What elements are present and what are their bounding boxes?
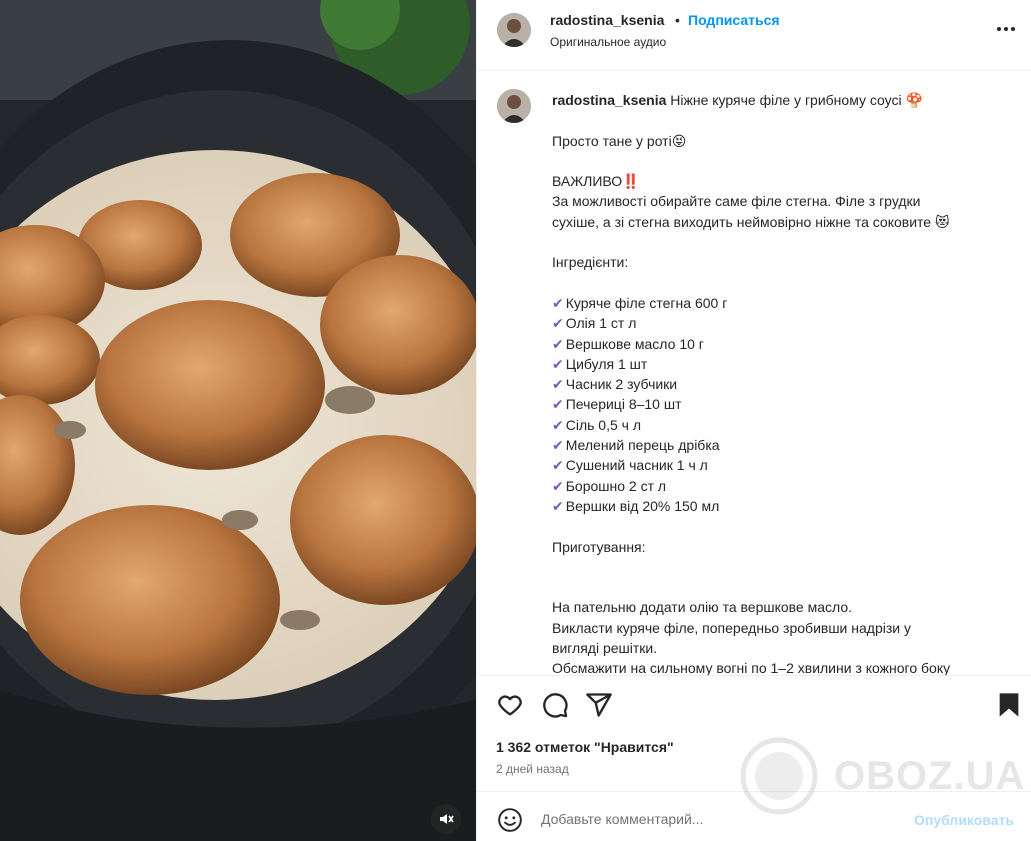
ingredient-text: Вершкове масло 10 г [565,335,704,352]
caption-line: Інгредієнти: [552,254,629,271]
avatar-image [497,89,531,123]
caption-line: Викласти куряче філе, попередньо зробивш… [552,619,911,636]
check-mark-icon: ✔ [552,457,564,474]
caption-title-line: radostina_ksenia Ніжне куряче філе у гри… [552,90,1022,110]
ingredient-text: Куряче філе стегна 600 г [565,294,728,311]
likes-count[interactable]: 1 362 отметок "Нравится" [496,739,674,755]
author-username[interactable]: radostina_ksenia [550,12,664,28]
ingredient-text: Сушений часник 1 ч л [565,457,708,474]
caption-scroll-area[interactable]: radostina_ksenia Ніжне куряче філе у гри… [477,71,1031,675]
speaker-muted-icon [440,814,454,824]
ingredient-item: ✔ Мелений перець дрібка [552,435,1022,455]
check-mark-icon: ✔ [552,335,564,352]
emoji-icon[interactable] [497,807,523,833]
check-mark-icon: ✔ [552,416,564,433]
comment-icon[interactable] [541,691,569,719]
ingredient-text: Вершки від 20% 150 мл [565,497,720,514]
ingredient-item: ✔ Часник 2 зубчики [552,374,1022,394]
ingredient-text: Мелений перець дрібка [565,437,720,454]
ingredient-item: ✔ Куряче філе стегна 600 г [552,293,1022,313]
caption-line: Обсмажити на сильному вогні по 1–2 хвили… [552,660,951,675]
share-icon[interactable] [585,691,613,719]
caption-line [552,557,1022,577]
avatar[interactable] [497,13,531,47]
caption-title: Ніжне куряче філе у грибному соусі 🍄 [666,92,923,108]
check-mark-icon: ✔ [552,315,564,332]
ingredient-text: Печериці 8–10 шт [565,396,682,413]
check-mark-icon: ✔ [552,497,564,514]
mute-button[interactable] [431,804,461,834]
caption-username[interactable]: radostina_ksenia [552,92,666,108]
post-header: radostina_ksenia • Подписаться Оригиналь… [477,0,1031,71]
caption-line [552,110,1022,130]
caption-avatar[interactable] [497,89,531,123]
follow-button[interactable]: Подписаться [688,12,780,28]
ingredient-item: ✔ Олія 1 ст л [552,313,1022,333]
caption-line: На пательню додати олію та вершкове масл… [552,599,853,616]
caption-line [552,151,1022,171]
audio-label[interactable]: Оригинальное аудио [550,35,666,49]
post-caption: radostina_ksenia Ніжне куряче філе у гри… [552,90,1022,675]
caption-line: сухіше, а зі стегна виходить неймовірно … [552,213,950,230]
caption-line [552,516,1022,536]
caption-line: Просто тане у роті😝 [552,132,687,149]
check-mark-icon: ✔ [552,376,564,393]
comment-bar: Опубликовать [477,791,1031,841]
bookmark-icon[interactable] [995,691,1023,719]
ingredient-text: Борошно 2 ст л [565,477,667,494]
caption-line [552,273,1022,293]
comment-input[interactable] [541,806,901,832]
caption-line: ВАЖЛИВО‼️ [552,173,640,190]
caption-line: вигляді решітки. [552,640,658,657]
ingredient-text: Часник 2 зубчики [565,376,678,393]
post-details-panel: radostina_ksenia • Подписаться Оригиналь… [476,0,1031,841]
ingredient-text: Олія 1 ст л [565,315,637,332]
ingredient-item: ✔ Вершки від 20% 150 мл [552,496,1022,516]
check-mark-icon: ✔ [552,355,564,372]
action-bar: 1 362 отметок "Нравится" 2 дней назад [477,675,1031,791]
caption-line: За можливості обирайте саме філе стегна.… [552,193,921,210]
heart-icon[interactable] [496,691,524,719]
post-media[interactable] [0,0,476,841]
ingredient-item: ✔ Сіль 0,5 ч л [552,415,1022,435]
ingredient-item: ✔ Печериці 8–10 шт [552,394,1022,414]
check-mark-icon: ✔ [552,294,564,311]
ingredient-item: ✔ Цибуля 1 шт [552,354,1022,374]
ingredient-text: Сіль 0,5 ч л [565,416,642,433]
food-photo [0,0,476,841]
check-mark-icon: ✔ [552,477,564,494]
post-timestamp[interactable]: 2 дней назад [496,762,569,776]
check-mark-icon: ✔ [552,437,564,454]
separator-dot: • [675,12,680,28]
publish-button[interactable]: Опубликовать [914,812,1014,828]
ingredient-item: ✔ Вершкове масло 10 г [552,334,1022,354]
ingredient-text: Цибуля 1 шт [565,355,648,372]
caption-line [552,577,1022,597]
caption-line [552,232,1022,252]
ingredient-item: ✔ Борошно 2 ст л [552,476,1022,496]
ingredient-item: ✔ Сушений часник 1 ч л [552,455,1022,475]
avatar-image [497,13,531,47]
check-mark-icon: ✔ [552,396,564,413]
caption-line: Приготування: [552,538,646,555]
more-options-icon[interactable] [997,27,1019,35]
